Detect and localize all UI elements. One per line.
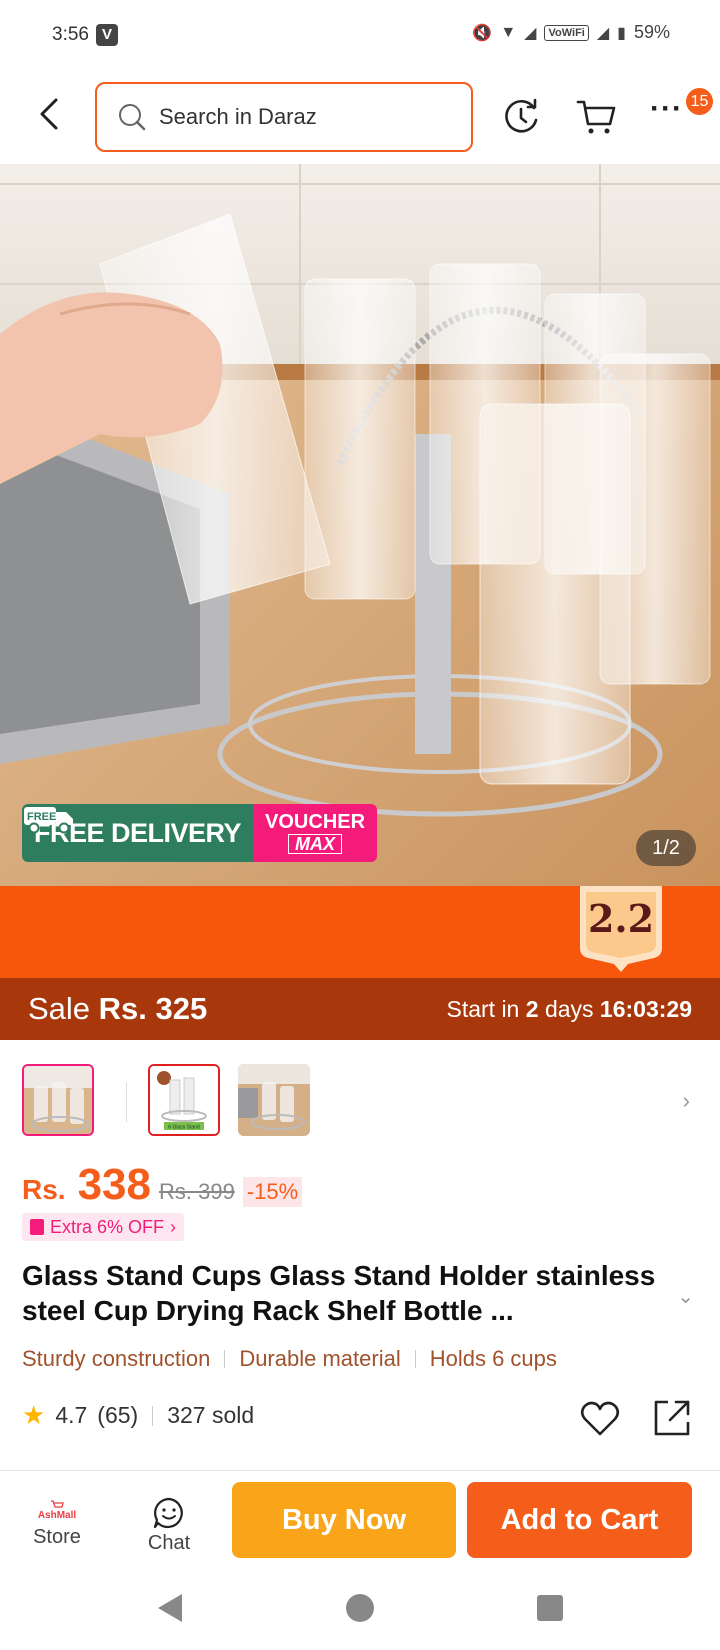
truck-icon: FREE (24, 807, 73, 834)
feature-separator (224, 1350, 226, 1368)
search-input[interactable]: Search in Daraz (95, 82, 473, 152)
rating-separator (152, 1405, 154, 1426)
truck-label: FREE (27, 811, 56, 823)
cart-icon (576, 100, 616, 134)
feature-separator (414, 1350, 416, 1368)
history-button[interactable] (498, 94, 544, 140)
search-icon (119, 104, 146, 131)
battery-percent: 59% (633, 22, 670, 42)
sold-count: 327 sold (167, 1402, 255, 1428)
image-counter: 1/2 (636, 830, 696, 866)
thumbnail-2-label: 6 Glass Stand (168, 1125, 200, 1131)
rating-row[interactable]: ★ 4.7 (65) 327 sold (22, 1400, 254, 1431)
voucher-label: VOUCHER (265, 811, 366, 833)
price-currency: Rs. (22, 1174, 66, 1205)
price-row: Rs. 338 Rs. 399 -15% (22, 1160, 303, 1210)
extra-offer-tag[interactable]: Extra 6% OFF › (22, 1213, 185, 1241)
vowifi-icon: VoWiFi (544, 24, 589, 41)
thumbnail-3-image (238, 1064, 310, 1136)
system-back-icon[interactable] (158, 1594, 182, 1622)
signal-icon: ◢ (524, 24, 537, 42)
heart-icon (580, 1401, 620, 1436)
system-navigation-bar (0, 1572, 720, 1650)
status-indicators: 🔇 ▼ ◢ VoWiFi ◢ ▮ 59% (472, 22, 670, 43)
chat-icon (153, 1497, 183, 1529)
free-delivery-badge: FREE FREE DELIVERY (22, 804, 254, 862)
voucher-max-label: MAX (288, 834, 343, 854)
sale-days: 2 (525, 996, 539, 1022)
sale-price: Rs. 325 (98, 991, 208, 1026)
voucher-max-badge: VOUCHER MAX (253, 804, 378, 862)
original-price: Rs. 399 (159, 1179, 235, 1204)
sale-label: Sale (28, 991, 91, 1026)
thumbnail-2-image: 6 Glass Stand (150, 1066, 218, 1134)
share-icon (654, 1400, 690, 1436)
share-button[interactable] (650, 1396, 694, 1440)
search-placeholder: Search in Daraz (159, 104, 317, 129)
extra-offer-text: Extra 6% OFF (50, 1216, 165, 1237)
app-notification-icon: V (96, 24, 118, 46)
battery-icon: ▮ (617, 24, 626, 42)
sale-days-label: days (544, 996, 594, 1022)
content-divider (0, 1470, 720, 1471)
feature-item: Durable material (239, 1346, 401, 1371)
product-photo (0, 164, 720, 886)
voucher-icon (30, 1219, 44, 1235)
store-button[interactable]: AshMall Store (18, 1488, 96, 1558)
discount-badge: -15% (242, 1177, 303, 1207)
top-navigation: Search in Daraz ··· (0, 72, 720, 164)
sale-countdown: Start in 2 days 16:03:29 (446, 996, 692, 1023)
store-logo: AshMall (18, 1500, 96, 1522)
sale-start-prefix: Start in (446, 996, 520, 1022)
buy-now-button[interactable]: Buy Now (232, 1482, 456, 1558)
current-price: 338 (77, 1160, 151, 1209)
chat-label: Chat (147, 1532, 191, 1554)
thumbnail-1-image (24, 1066, 92, 1134)
chevron-down-icon[interactable]: ⌄ (677, 1284, 694, 1309)
back-button[interactable] (30, 94, 70, 134)
thumbnail-2[interactable]: 6 Glass Stand (148, 1064, 220, 1136)
star-icon: ★ (22, 1400, 46, 1430)
thumbnail-divider (126, 1082, 127, 1122)
store-cart-icon (51, 1500, 64, 1508)
chevron-right-icon[interactable]: › (683, 1088, 690, 1114)
wifi-icon: ▼ (500, 23, 517, 41)
review-count: (65) (97, 1402, 139, 1428)
thumbnail-1[interactable] (22, 1064, 94, 1136)
rating-value: 4.7 (55, 1402, 88, 1428)
history-icon (505, 98, 538, 133)
store-label: Store (33, 1526, 81, 1548)
wishlist-button[interactable] (578, 1396, 622, 1440)
thumbnail-3[interactable] (238, 1064, 310, 1136)
product-image-gallery[interactable]: FREE FREE DELIVERY VOUCHER MAX 1/2 (0, 164, 720, 886)
add-to-cart-button[interactable]: Add to Cart (467, 1482, 692, 1558)
bottom-action-bar: AshMall Store Chat Buy Now Add to Cart (0, 1472, 720, 1572)
feature-highlights: Sturdy construction Durable material Hol… (22, 1346, 557, 1372)
sale-price-group: Sale Rs. 325 (28, 991, 207, 1027)
status-bar: 3:56 V 🔇 ▼ ◢ VoWiFi ◢ ▮ 59% (0, 0, 720, 72)
status-time: 3:56 (52, 24, 89, 45)
back-arrow-icon (40, 98, 58, 130)
system-recents-icon[interactable] (537, 1595, 563, 1621)
store-logo-text: AshMall (37, 1510, 77, 1521)
chat-button[interactable]: Chat (130, 1488, 208, 1558)
mute-icon: 🔇 (472, 24, 493, 42)
sale-countdown-time: 16:03:29 (599, 996, 692, 1022)
feature-item: Holds 6 cups (429, 1346, 557, 1371)
signal-icon-2: ◢ (596, 24, 610, 42)
promo-banner: FREE FREE DELIVERY VOUCHER MAX (22, 804, 378, 862)
product-title[interactable]: Glass Stand Cups Glass Stand Holder stai… (22, 1258, 672, 1328)
variant-thumbnails: 6 Glass Stand › (0, 1040, 720, 1140)
campaign-badge-text: 2.2 (587, 896, 655, 941)
notification-badge: 15 (686, 88, 713, 115)
system-home-icon[interactable] (346, 1594, 374, 1622)
flash-sale-bar[interactable]: Sale Rs. 325 Start in 2 days 16:03:29 (0, 978, 720, 1040)
chevron-right-small-icon: › (170, 1216, 177, 1237)
cart-button[interactable] (574, 94, 620, 140)
feature-item: Sturdy construction (22, 1346, 211, 1371)
